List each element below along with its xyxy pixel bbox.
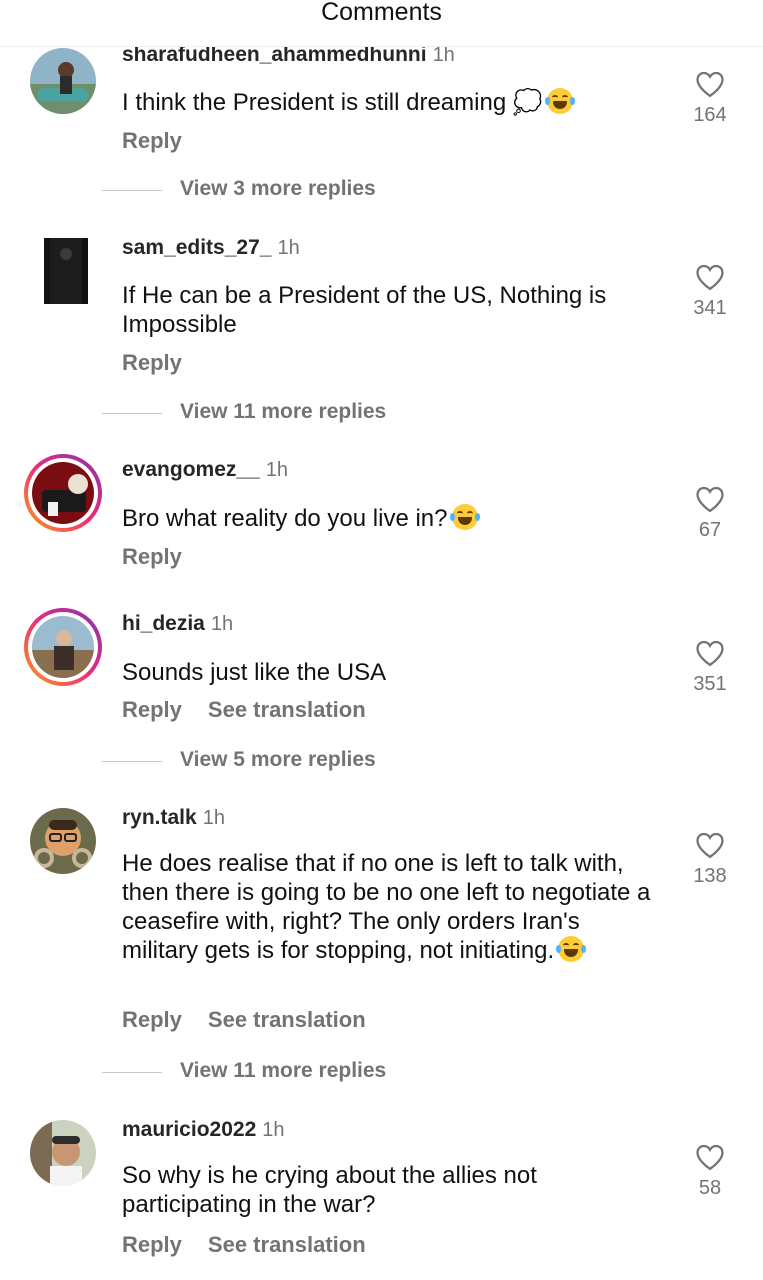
avatar[interactable] (30, 1120, 96, 1186)
like-count: 341 (693, 297, 727, 319)
reply-button[interactable]: Reply (122, 350, 182, 375)
comment-time: 1h (432, 44, 455, 66)
heart-icon (696, 486, 724, 513)
heart-icon (696, 640, 724, 667)
comment-text: He does realise that if no one is left t… (122, 850, 651, 964)
comment-time: 1h (262, 1119, 285, 1141)
divider (102, 1072, 162, 1073)
like-count: 58 (698, 1177, 722, 1199)
heart-icon (696, 71, 724, 98)
comment-username[interactable]: evangomez__ 1h (122, 458, 288, 482)
comment-username[interactable]: hi_dezia 1h (122, 612, 233, 636)
avatar[interactable] (30, 48, 96, 114)
avatar[interactable] (30, 808, 96, 874)
like-count: 164 (693, 104, 727, 126)
divider (102, 190, 162, 191)
heart-icon (696, 832, 724, 859)
divider (102, 413, 162, 414)
like-count: 351 (693, 673, 727, 695)
heart-icon (696, 1144, 724, 1171)
reply-button[interactable]: Reply (122, 128, 182, 153)
comment-time: 1h (277, 237, 300, 259)
comment-text: I think the President is still dreaming … (122, 88, 662, 117)
avatar[interactable] (44, 238, 88, 304)
comment-text: Bro what reality do you live in? (122, 504, 662, 533)
comment-time: 1h (265, 459, 288, 481)
like-count: 138 (693, 865, 727, 887)
heart-icon (696, 264, 724, 291)
like-button[interactable]: 58 (680, 1143, 740, 1200)
comment-username[interactable]: sam_edits_27_ 1h (122, 236, 300, 260)
like-count: 67 (698, 519, 722, 541)
reply-button[interactable]: Reply (122, 697, 182, 722)
see-translation-button[interactable]: See translation (208, 697, 366, 722)
comment-time: 1h (210, 613, 234, 635)
like-button[interactable]: 138 (680, 831, 740, 888)
divider (102, 761, 162, 762)
reply-button[interactable]: Reply (122, 1007, 182, 1032)
laughing-emoji-icon (544, 88, 575, 114)
laughing-emoji-icon (449, 504, 480, 530)
comment-time: 1h (202, 807, 225, 829)
like-button[interactable]: 341 (680, 263, 740, 320)
comment-text: If He can be a President of the US, Noth… (122, 282, 607, 338)
reply-button[interactable]: Reply (122, 1232, 182, 1257)
avatar[interactable] (24, 608, 102, 686)
like-button[interactable]: 351 (680, 639, 740, 696)
see-translation-button[interactable]: See translation (208, 1232, 366, 1257)
comment-text: So why is he crying about the allies not… (122, 1162, 537, 1218)
page-title: Comments (321, 0, 442, 26)
comments-header: Comments (0, 0, 763, 47)
avatar[interactable] (24, 454, 102, 532)
comment-text: Sounds just like the USA (122, 659, 387, 686)
see-translation-button[interactable]: See translation (208, 1007, 366, 1032)
like-button[interactable]: 164 (680, 70, 740, 127)
comment-username[interactable]: ryn.talk 1h (122, 806, 225, 830)
like-button[interactable]: 67 (680, 485, 740, 542)
comment-username[interactable]: mauricio2022 1h (122, 1118, 285, 1142)
reply-button[interactable]: Reply (122, 544, 182, 569)
laughing-emoji-icon (556, 936, 587, 962)
